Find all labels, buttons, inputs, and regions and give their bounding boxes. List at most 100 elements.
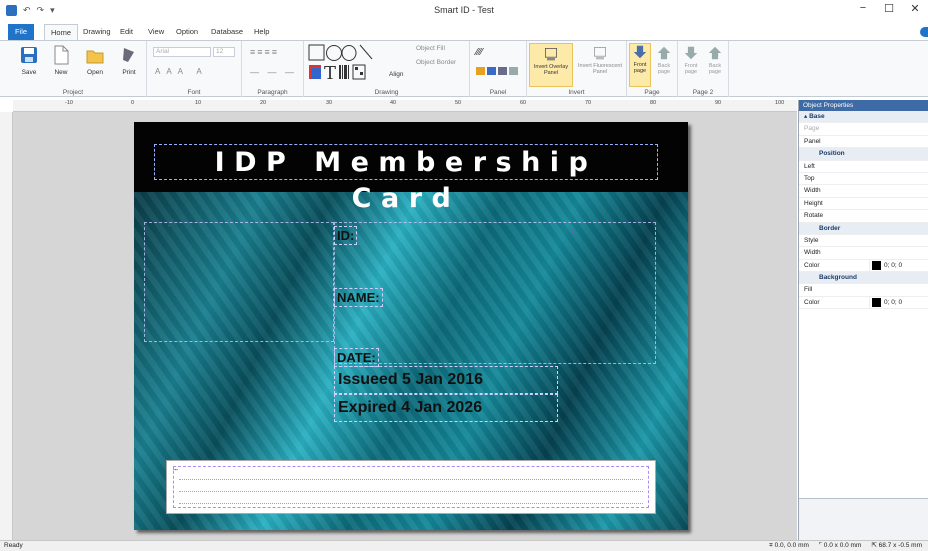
arrow-down-icon — [633, 45, 647, 59]
ruler-label: 50 — [455, 100, 462, 106]
ruler-label: 60 — [520, 100, 527, 106]
prop-fill[interactable]: Fill — [799, 284, 928, 297]
shape-gallery-icon[interactable]: T — [307, 43, 383, 83]
size-readout: ⌜ 0.0 x 0.0 mm — [818, 542, 862, 549]
new-button[interactable]: New — [48, 45, 74, 76]
properties-header: Object Properties — [799, 100, 928, 111]
open-button[interactable]: Open — [82, 45, 108, 76]
card-title[interactable]: IDP Membership Card — [154, 144, 658, 214]
align-buttons[interactable]: ≡≡≡≡ — [250, 47, 279, 57]
ruler-label: 10 — [195, 100, 202, 106]
group-page: Front page Back page Page — [627, 41, 678, 97]
group-label-page2: Page 2 — [692, 89, 714, 96]
barcode-box[interactable]: ▪▪▪ — [166, 460, 656, 514]
dotted-line — [179, 479, 643, 480]
pen-icons[interactable]: ⁄⁄⁄⁄ — [476, 47, 483, 58]
prop-rotate[interactable]: Rotate — [799, 210, 928, 223]
horizontal-ruler: -10 0 10 20 30 40 50 60 70 80 90 100 — [13, 100, 797, 112]
group-label-drawing: Drawing — [374, 89, 399, 96]
group-label-invert: Invert — [568, 89, 585, 96]
properties-description-area — [799, 498, 928, 540]
object-fill-button[interactable]: Object Fill — [416, 45, 445, 52]
save-icon — [21, 47, 37, 63]
svg-text:T: T — [324, 63, 336, 83]
title-bar: ↶ ↷ ▾ Smart ID - Test − ☐ ✕ — [0, 0, 928, 22]
align-button[interactable]: Align — [389, 71, 403, 78]
tab-option[interactable]: Option — [170, 24, 204, 40]
group-font: Arial 12 AAA A Font — [147, 41, 242, 97]
back-page-button[interactable]: Back page — [653, 45, 675, 75]
group-label-project: Project — [62, 89, 84, 96]
date-label[interactable]: DATE: — [334, 348, 379, 367]
overlay-panel-icon — [545, 48, 557, 61]
tab-edit[interactable]: Edit — [114, 24, 139, 40]
font-style-buttons[interactable]: AAA A — [155, 67, 208, 76]
ruler-label: -10 — [65, 100, 73, 106]
section-base[interactable]: ▴ Base — [799, 111, 928, 124]
prop-left[interactable]: Left — [799, 161, 928, 173]
invert-fluorescent-button[interactable]: Invert Fluorescent Panel — [577, 45, 623, 75]
prop-width[interactable]: Width — [799, 185, 928, 198]
group-drawing: T Align Object Fill Object Border Drawin… — [304, 41, 470, 97]
help-icon[interactable] — [920, 27, 928, 37]
id-label[interactable]: ID: — [334, 226, 358, 245]
tab-home[interactable]: Home — [44, 24, 79, 40]
prop-border-width[interactable]: Width — [799, 247, 928, 260]
minimize-button[interactable]: − — [850, 2, 876, 15]
arrow-up-icon — [657, 46, 671, 60]
group-page2: Front page Back page Page 2 — [678, 41, 729, 97]
position-readout: ⌗ 0.0, 0.0 mm — [769, 542, 809, 549]
dotted-line — [179, 491, 643, 492]
close-button[interactable]: ✕ — [902, 2, 928, 15]
prop-border-color[interactable]: Color 0; 0; 0 — [799, 259, 928, 273]
panel-color-icons[interactable] — [476, 67, 518, 75]
color-swatch[interactable] — [872, 298, 881, 308]
color-swatch[interactable] — [872, 261, 881, 271]
prop-panel[interactable]: Panel — [799, 136, 928, 149]
photo-zone[interactable] — [144, 222, 334, 342]
save-button[interactable]: Save — [16, 45, 42, 76]
font-size-select[interactable]: 12 — [213, 47, 235, 57]
tab-database[interactable]: Database — [205, 24, 249, 40]
tab-view[interactable]: View — [142, 24, 170, 40]
section-position[interactable]: Position — [799, 148, 928, 161]
design-canvas[interactable]: IDP Membership Card ▪ ▪ ID: NAME: DATE: … — [13, 112, 797, 540]
line-buttons[interactable]: — — — — [250, 67, 297, 77]
ruler-label: 70 — [585, 100, 592, 106]
tab-file[interactable]: File — [8, 24, 34, 40]
print-button[interactable]: Print — [116, 45, 142, 76]
issued-date[interactable]: Issueed 5 Jan 2016 — [334, 366, 558, 394]
front-page-button[interactable]: Front page — [629, 43, 651, 87]
vertical-ruler — [0, 112, 13, 540]
cursor-readout: ⇱ 68.7 x -0.5 mm — [871, 542, 922, 549]
print-icon — [123, 48, 134, 62]
prop-style[interactable]: Style — [799, 235, 928, 248]
barcode-tag: ▪▪▪ — [173, 467, 178, 472]
expiry-date[interactable]: Expired 4 Jan 2026 — [334, 394, 558, 422]
dotted-line — [179, 503, 643, 504]
group-label-panel: Panel — [489, 89, 507, 96]
tab-help[interactable]: Help — [248, 24, 275, 40]
invert-overlay-button[interactable]: Invert Overlay Panel — [529, 43, 573, 87]
id-card[interactable]: IDP Membership Card ▪ ▪ ID: NAME: DATE: … — [134, 122, 688, 530]
group-paragraph: ≡≡≡≡ — — — Paragraph — [242, 41, 304, 97]
status-bar: Ready ⌗ 0.0, 0.0 mm ⌜ 0.0 x 0.0 mm ⇱ 68.… — [0, 540, 928, 551]
window-title: Smart ID - Test — [434, 5, 494, 15]
font-family-select[interactable]: Arial — [153, 47, 211, 57]
logo-tag: ▪ — [572, 230, 574, 235]
prop-top[interactable]: Top — [799, 173, 928, 186]
ruler-label: 80 — [650, 100, 657, 106]
maximize-button[interactable]: ☐ — [876, 2, 902, 15]
object-border-button[interactable]: Object Border — [416, 59, 456, 66]
prop-height[interactable]: Height — [799, 198, 928, 211]
prop-bg-color[interactable]: Color 0; 0; 0 — [799, 296, 928, 310]
group-label-page: Page — [644, 89, 660, 96]
page2-front-button[interactable]: Front page — [680, 45, 702, 75]
page2-back-button[interactable]: Back page — [704, 45, 726, 75]
folder-icon — [86, 50, 104, 64]
section-background[interactable]: Background — [799, 272, 928, 285]
tab-drawing[interactable]: Drawing — [77, 24, 117, 40]
ruler-label: 100 — [775, 100, 785, 106]
section-border[interactable]: Border — [799, 222, 928, 235]
name-label[interactable]: NAME: — [334, 288, 383, 307]
